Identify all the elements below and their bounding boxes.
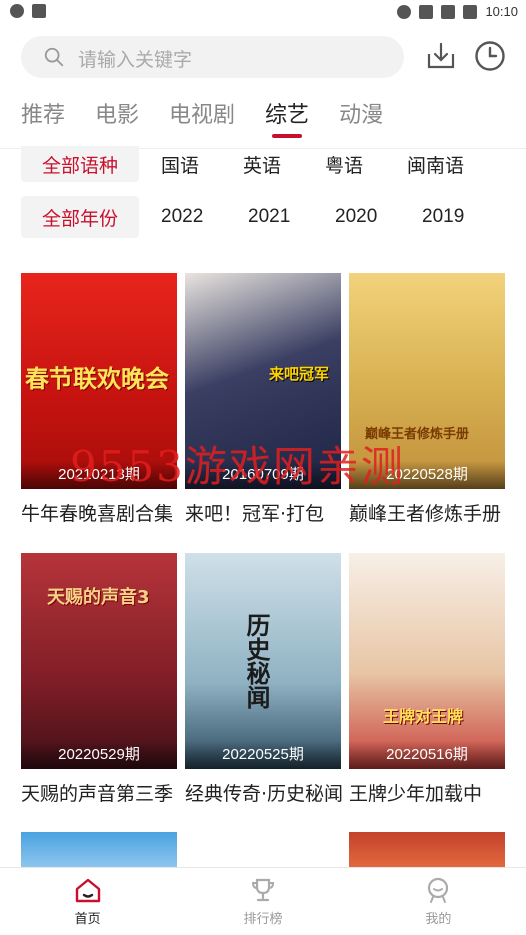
video-thumbnail[interactable]: 历史秘闻 20220525期 — [185, 553, 341, 769]
video-title[interactable]: 牛年春晚喜剧合集 — [21, 499, 181, 526]
status-bar: 10:10 — [0, 0, 526, 24]
nav-ranking[interactable]: 排行榜 — [175, 868, 350, 935]
video-card[interactable] — [349, 832, 505, 868]
video-card[interactable]: 历史秘闻 20220525期 经典传奇·历史秘闻 — [185, 553, 343, 806]
search-icon — [44, 47, 64, 67]
watermark-text: 9553游戏网亲测 — [70, 442, 405, 491]
filter-option-english[interactable]: 英语 — [243, 151, 303, 178]
filter-all-years[interactable]: 全部年份 — [21, 196, 140, 238]
video-title[interactable]: 王牌少年加载中 — [349, 779, 509, 806]
video-card[interactable]: 王牌对王牌 20220516期 王牌少年加载中 — [349, 553, 505, 806]
video-thumbnail[interactable]: 天赐的声音3 20220529期 — [21, 553, 177, 769]
nav-home-label: 首页 — [74, 912, 101, 927]
episode-date-badge: 20220525期 — [185, 741, 341, 769]
nav-ranking-label: 排行榜 — [243, 912, 283, 927]
video-title[interactable]: 天赐的声音第三季 — [21, 779, 181, 806]
tab-anime[interactable]: 动漫 — [339, 100, 383, 140]
filter-option-cantonese[interactable]: 粤语 — [325, 151, 385, 178]
language-filter: 全部语种 国语 英语 粤语 闽南语 — [21, 146, 467, 182]
filter-option-2019[interactable]: 2019 — [422, 206, 487, 228]
video-title[interactable]: 来吧！冠军·打包 — [185, 499, 345, 526]
wifi-icon — [419, 4, 434, 19]
video-card[interactable]: 天赐的声音3 20220529期 天赐的声音第三季 — [21, 553, 177, 806]
filter-all-languages[interactable]: 全部语种 — [21, 146, 140, 182]
video-thumbnail[interactable] — [349, 832, 505, 868]
video-title[interactable]: 巅峰王者修炼手册 — [349, 499, 509, 526]
download-icon[interactable] — [425, 40, 457, 72]
thumbnail-art-text: 来吧冠军 — [269, 365, 330, 383]
episode-date-badge: 20220516期 — [349, 741, 505, 769]
search-placeholder: 请输入关键字 — [78, 49, 193, 71]
profile-icon — [428, 877, 449, 903]
episode-date-badge: 20220529期 — [21, 741, 177, 769]
filter-option-2022[interactable]: 2022 — [161, 206, 226, 228]
battery-icon — [463, 4, 478, 19]
tab-recommend[interactable]: 推荐 — [21, 100, 65, 140]
home-icon — [75, 878, 100, 903]
filter-option-2020[interactable]: 2020 — [335, 206, 400, 228]
tab-tv-series[interactable]: 电视剧 — [169, 100, 235, 140]
filter-option-mandarin[interactable]: 国语 — [161, 151, 221, 178]
search-row: 请输入关键字 — [21, 36, 511, 78]
video-card[interactable] — [21, 832, 177, 868]
trophy-icon — [251, 878, 274, 902]
video-thumbnail[interactable]: 王牌对王牌 20220516期 — [349, 553, 505, 769]
search-input[interactable]: 请输入关键字 — [21, 36, 404, 78]
year-filter: 全部年份 2022 2021 2020 2019 — [21, 196, 487, 238]
signal-icon — [441, 4, 456, 19]
filter-option-2021[interactable]: 2021 — [248, 206, 313, 228]
notification-icon — [32, 4, 46, 18]
history-icon[interactable] — [473, 39, 507, 73]
category-tabs: 推荐 电影 电视剧 综艺 动漫 — [21, 100, 413, 140]
tab-variety[interactable]: 综艺 — [265, 100, 309, 140]
status-time: 10:10 — [485, 4, 518, 19]
settings-icon — [10, 4, 24, 18]
bottom-navigation: 首页 排行榜 我的 — [0, 867, 526, 935]
thumbnail-art-text: 历史秘闻 — [242, 613, 271, 709]
thumbnail-art-text: 王牌对王牌 — [383, 707, 464, 726]
nav-home[interactable]: 首页 — [0, 868, 175, 935]
nav-profile[interactable]: 我的 — [351, 868, 526, 935]
location-icon — [397, 4, 412, 19]
thumbnail-art-text: 天赐的声音3 — [47, 587, 150, 608]
video-thumbnail[interactable] — [21, 832, 177, 868]
nav-profile-label: 我的 — [425, 912, 452, 927]
video-title[interactable]: 经典传奇·历史秘闻 — [185, 779, 345, 806]
tab-movie[interactable]: 电影 — [95, 100, 139, 140]
thumbnail-art-text: 春节联欢晚会 — [25, 365, 169, 393]
filter-option-minnan[interactable]: 闽南语 — [407, 151, 467, 178]
